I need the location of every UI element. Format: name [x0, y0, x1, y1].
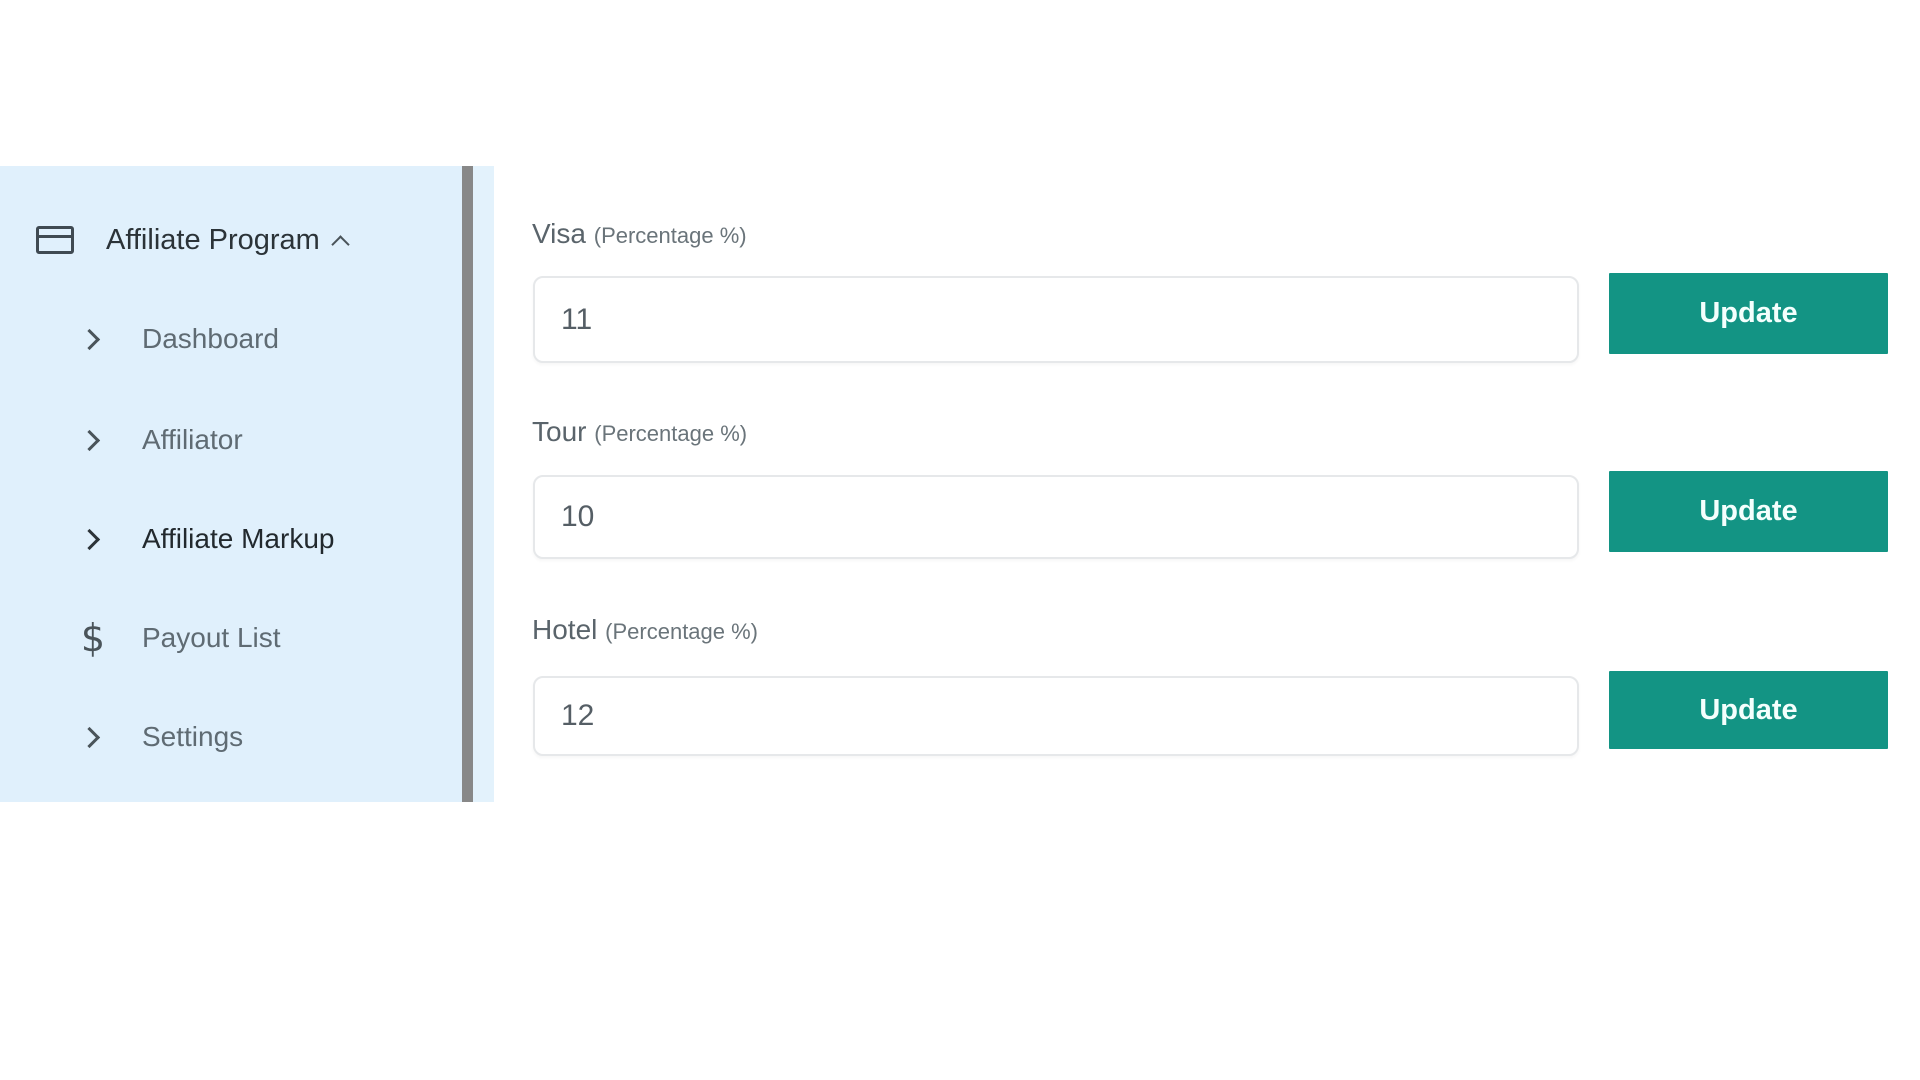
- sidebar-item-label: Dashboard: [142, 323, 279, 354]
- sidebar-group-affiliate-program[interactable]: Affiliate Program: [36, 220, 350, 260]
- chevron-up-icon: [331, 234, 350, 254]
- sidebar-group-title: Affiliate Program: [106, 223, 320, 256]
- tour-percentage-input[interactable]: [533, 475, 1579, 559]
- sidebar: [0, 166, 462, 802]
- hotel-percentage-input[interactable]: [533, 676, 1579, 756]
- tour-update-button[interactable]: Update: [1609, 471, 1888, 552]
- sidebar-item-label: Settings: [142, 721, 244, 752]
- chevron-right-icon: [78, 726, 101, 748]
- sidebar-item-settings[interactable]: Settings: [78, 715, 243, 759]
- credit-card-icon: [36, 226, 74, 254]
- field-label-text: Visa: [532, 218, 586, 249]
- chevron-right-icon: [78, 528, 101, 550]
- field-label-hint: (Percentage %): [594, 421, 748, 446]
- visa-percentage-input[interactable]: [533, 276, 1579, 363]
- dollar-icon: $: [80, 616, 106, 660]
- sidebar-item-dashboard[interactable]: Dashboard: [78, 317, 279, 361]
- field-label-hint: (Percentage %): [605, 619, 759, 644]
- chevron-right-icon: [78, 328, 101, 350]
- sidebar-item-label: Payout List: [142, 622, 281, 653]
- sidebar-item-affiliator[interactable]: Affiliator: [78, 418, 243, 462]
- sidebar-item-label: Affiliator: [142, 424, 243, 455]
- chevron-right-icon: [78, 429, 101, 451]
- sidebar-scrollbar[interactable]: [462, 166, 473, 802]
- sidebar-item-payout-list[interactable]: $ Payout List: [78, 616, 281, 660]
- visa-field-label: Visa (Percentage %): [532, 218, 747, 250]
- sidebar-scroll-gutter: [473, 166, 494, 802]
- hotel-field-label: Hotel (Percentage %): [532, 614, 758, 646]
- sidebar-item-label: Affiliate Markup: [142, 523, 335, 554]
- field-label-hint: (Percentage %): [593, 223, 747, 248]
- field-label-text: Tour: [532, 416, 587, 447]
- field-label-text: Hotel: [532, 614, 598, 645]
- hotel-update-button[interactable]: Update: [1609, 671, 1888, 749]
- sidebar-item-affiliate-markup[interactable]: Affiliate Markup: [78, 517, 334, 561]
- tour-field-label: Tour (Percentage %): [532, 416, 747, 448]
- visa-update-button[interactable]: Update: [1609, 273, 1888, 354]
